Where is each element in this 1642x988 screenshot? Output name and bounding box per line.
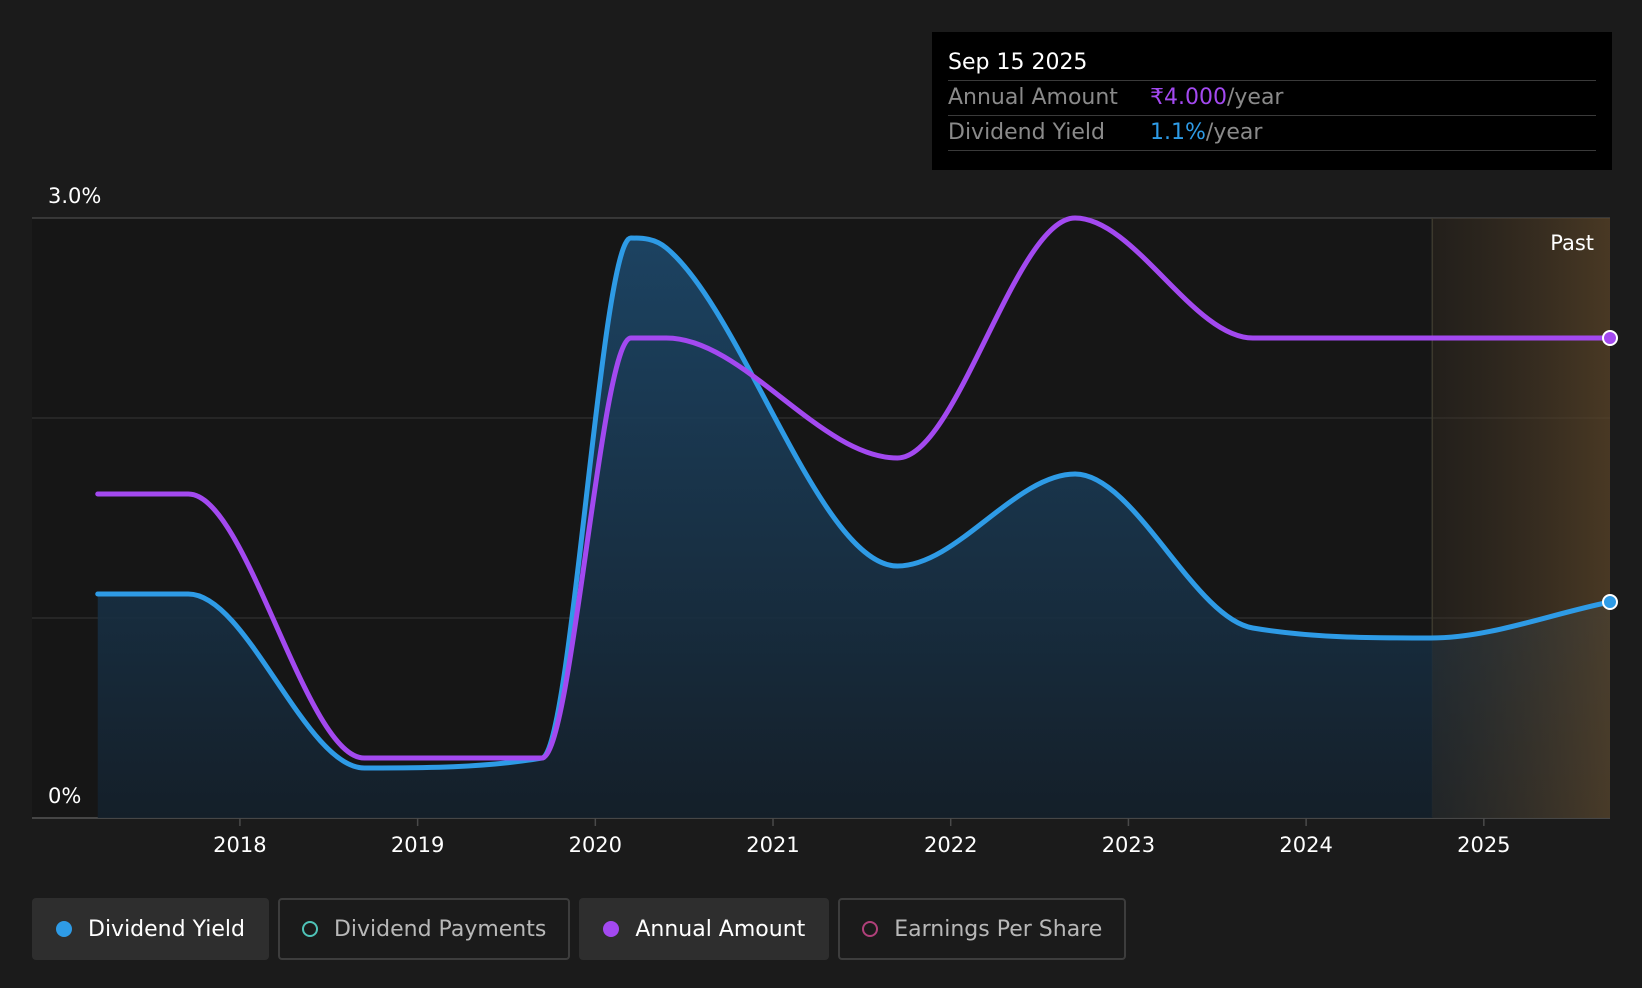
x-tick-label: 2025 — [1457, 833, 1510, 857]
legend-dot-icon — [56, 921, 72, 937]
legend-label: Annual Amount — [635, 916, 806, 942]
x-tick-label: 2019 — [391, 833, 444, 857]
legend-item-earnings-per-share[interactable]: Earnings Per Share — [838, 898, 1127, 960]
x-tick-label: 2020 — [569, 833, 622, 857]
x-tick-label: 2018 — [213, 833, 266, 857]
legend-label: Dividend Payments — [333, 916, 547, 942]
x-tick-label: 2022 — [924, 833, 977, 857]
y-tick-label: 0% — [48, 784, 81, 808]
tooltip-unit: /year — [1226, 85, 1284, 110]
tooltip-date: Sep 15 2025 — [948, 46, 1596, 81]
tooltip-value: ₹4.000 — [1150, 85, 1227, 110]
tooltip-label: Annual Amount — [948, 85, 1118, 110]
legend: Dividend Yield Dividend Payments Annual … — [32, 898, 1127, 960]
tooltip-value: 1.1% — [1150, 120, 1206, 145]
tooltip-unit: /year — [1205, 120, 1263, 145]
legend-item-dividend-yield[interactable]: Dividend Yield — [32, 898, 269, 960]
legend-item-dividend-payments[interactable]: Dividend Payments — [277, 898, 571, 960]
annual-amount-end-marker — [1602, 330, 1618, 346]
tooltip-row-dividend-yield: Dividend Yield 1.1% /year — [948, 116, 1596, 151]
dividend-yield-end-marker — [1602, 594, 1618, 610]
past-label: Past — [1550, 231, 1594, 255]
tooltip-label: Dividend Yield — [948, 120, 1105, 145]
legend-dot-icon — [603, 921, 620, 937]
legend-label: Dividend Yield — [88, 916, 245, 942]
past-region — [1432, 218, 1610, 818]
legend-item-annual-amount[interactable]: Annual Amount — [579, 898, 830, 960]
legend-ring-icon — [301, 921, 318, 937]
x-tick-label: 2023 — [1102, 833, 1155, 857]
tooltip-panel: Sep 15 2025 Annual Amount ₹4.000 /year D… — [932, 32, 1612, 170]
legend-ring-icon — [862, 921, 879, 937]
x-tick-label: 2024 — [1279, 833, 1332, 857]
tooltip-row-annual-amount: Annual Amount ₹4.000 /year — [948, 81, 1596, 116]
legend-label: Earnings Per Share — [894, 916, 1103, 942]
y-tick-label: 3.0% — [48, 184, 101, 208]
x-tick-label: 2021 — [746, 833, 799, 857]
